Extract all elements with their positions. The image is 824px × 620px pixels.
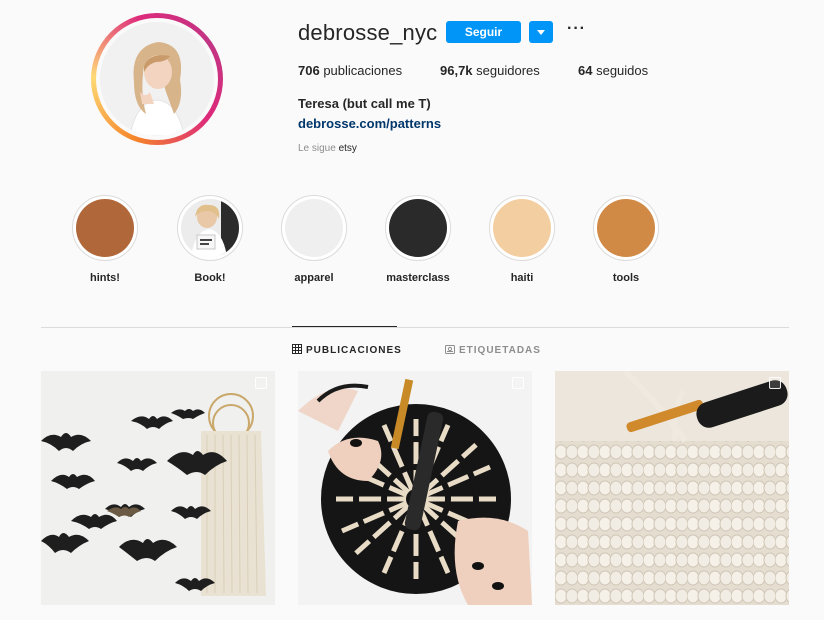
posts-count-value: 706 [298, 63, 320, 78]
followers-count[interactable]: 96,7k seguidores [440, 63, 540, 78]
highlight-cover [493, 199, 551, 257]
followers-count-label: seguidores [476, 63, 540, 78]
tab-tagged[interactable]: ETIQUETADAS [445, 344, 541, 357]
active-tab-indicator [292, 326, 397, 327]
highlight-ring [72, 195, 138, 261]
highlight-cover [181, 199, 239, 257]
avatar-border [96, 18, 218, 140]
profile-username: debrosse_nyc [298, 20, 438, 45]
multi-photo-icon [512, 377, 524, 389]
followers-count-value: 96,7k [440, 63, 473, 78]
highlight-ring [281, 195, 347, 261]
highlight-apparel[interactable]: apparel [275, 195, 353, 284]
tab-posts-label: PUBLICACIONES [306, 345, 402, 356]
highlight-label: hints! [90, 272, 120, 284]
multi-photo-icon [769, 377, 781, 389]
highlight-ring [593, 195, 659, 261]
tab-tagged-label: ETIQUETADAS [459, 345, 541, 356]
highlight-cover [389, 199, 447, 257]
followed-by-user: etsy [338, 143, 357, 154]
highlight-ring [177, 195, 243, 261]
profile-avatar[interactable] [91, 13, 223, 145]
highlight-ring [385, 195, 451, 261]
followed-by-prefix: Le sigue [298, 143, 336, 154]
highlight-ring [489, 195, 555, 261]
following-count[interactable]: 64 seguidos [578, 63, 648, 78]
post-image [298, 371, 532, 605]
highlight-cover [597, 199, 655, 257]
avatar-photo [100, 22, 214, 136]
posts-count-label: publicaciones [323, 63, 403, 78]
highlight-label: tools [612, 272, 640, 284]
chevron-down-icon [537, 30, 545, 35]
grid-icon [292, 344, 302, 357]
highlight-tools[interactable]: tools [587, 195, 665, 284]
highlight-label: Book! [194, 272, 226, 284]
posts-count: 706 publicaciones [298, 63, 402, 78]
highlight-cover [76, 199, 134, 257]
followed-by[interactable]: Le sigue etsy [298, 143, 357, 154]
post-thumbnail[interactable] [555, 371, 789, 605]
highlight-hints[interactable]: hints! [66, 195, 144, 284]
profile-website-link[interactable]: debrosse.com/patterns [298, 116, 441, 131]
post-image [555, 371, 789, 605]
highlight-label: apparel [294, 272, 334, 284]
post-thumbnail[interactable] [298, 371, 532, 605]
post-image [41, 371, 275, 605]
highlight-label: haiti [510, 272, 534, 284]
highlight-masterclass[interactable]: masterclass [379, 195, 457, 284]
following-count-label: seguidos [596, 63, 649, 78]
multi-photo-icon [255, 377, 267, 389]
following-count-value: 64 [578, 63, 593, 78]
tab-posts[interactable]: PUBLICACIONES [292, 344, 402, 357]
highlight-label: masterclass [386, 272, 450, 284]
highlight-book[interactable]: Book! [171, 195, 249, 284]
highlight-haiti[interactable]: haiti [483, 195, 561, 284]
more-options-button[interactable]: ··· [567, 20, 586, 38]
highlight-cover [285, 199, 343, 257]
suggested-accounts-button[interactable] [529, 21, 553, 43]
post-thumbnail[interactable] [41, 371, 275, 605]
profile-full-name: Teresa (but call me T) [298, 96, 431, 111]
tagged-icon [445, 344, 455, 357]
follow-button[interactable]: Seguir [446, 21, 521, 43]
tabs-divider [41, 327, 789, 328]
